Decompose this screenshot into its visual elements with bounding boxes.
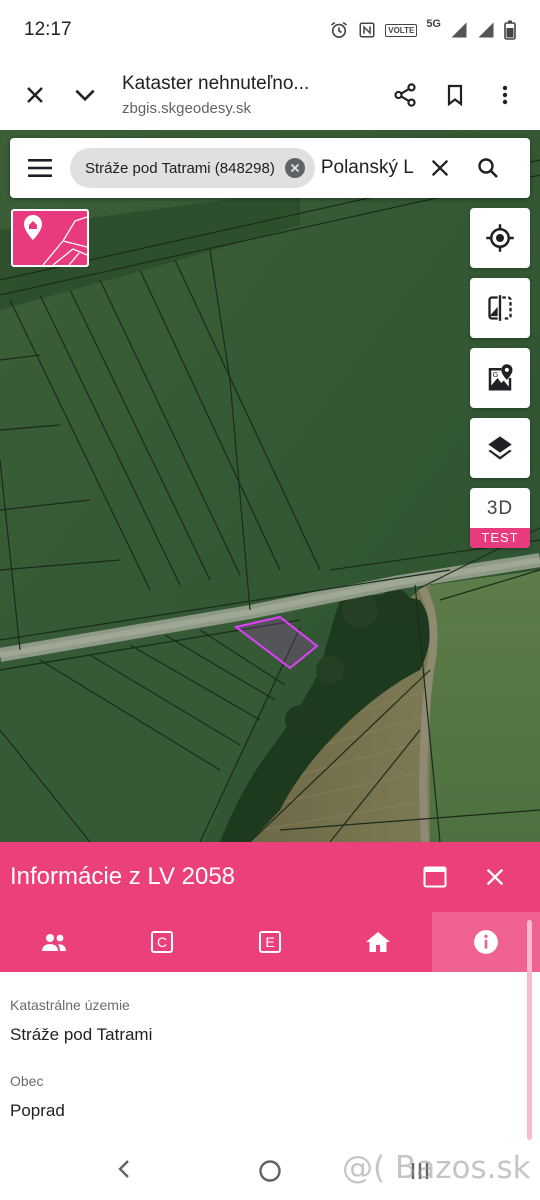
google-maps-button[interactable]: G (470, 348, 530, 408)
my-location-button[interactable] (470, 208, 530, 268)
info-icon (474, 930, 498, 954)
svg-text:E: E (265, 934, 274, 950)
chip-remove-button[interactable] (284, 158, 305, 178)
info-panel-content: Katastrálne územie Stráže pod Tatrami Ob… (0, 972, 540, 1142)
signal-icon (451, 22, 467, 38)
svg-text:C: C (157, 934, 167, 950)
cadastral-layer-thumbnail[interactable] (11, 209, 89, 267)
tab-buildings[interactable] (324, 912, 432, 972)
municipality-label: Obec (10, 1073, 44, 1089)
search-input[interactable]: Polanský L (321, 157, 416, 179)
letter-c-icon: C (151, 931, 173, 953)
volte-badge: VOLTE (385, 23, 418, 37)
share-button[interactable] (380, 70, 430, 120)
compare-icon (488, 295, 512, 321)
close-icon (290, 163, 299, 173)
info-panel-header: Informácie z LV 2058 (0, 842, 540, 912)
gps-location-icon (486, 224, 514, 252)
panel-scrollbar[interactable] (527, 920, 532, 1140)
chevron-down-icon (75, 89, 95, 102)
tab-c-register[interactable]: C (108, 912, 216, 972)
network-type: 5G (426, 18, 441, 30)
cadastral-area-label: Katastrálne územie (10, 997, 130, 1013)
maximize-panel-button[interactable] (405, 842, 465, 912)
search-icon (478, 158, 498, 178)
close-tab-button[interactable] (10, 70, 60, 120)
back-icon[interactable] (110, 1154, 140, 1184)
map-pin-icon: G (488, 364, 513, 391)
minimize-button[interactable] (60, 70, 110, 120)
home-nav-icon[interactable] (257, 1158, 283, 1184)
bookmark-button[interactable] (430, 70, 480, 120)
nfc-icon (359, 22, 375, 38)
close-icon (486, 868, 504, 886)
alarm-icon (331, 21, 348, 38)
chip-label: Stráže pod Tatrami (848298) (85, 159, 275, 177)
page-title: Kataster nehnuteľno... (122, 73, 310, 94)
hamburger-menu-icon (28, 159, 52, 177)
more-options-button[interactable] (480, 70, 530, 120)
letter-e-icon: E (259, 931, 281, 953)
page-title-area: Kataster nehnuteľno... zbgis.skgeodesy.s… (122, 73, 380, 117)
search-button[interactable] (464, 138, 512, 198)
maximize-icon (423, 866, 447, 888)
layers-button[interactable] (470, 418, 530, 478)
status-time: 12:17 (24, 19, 72, 40)
svg-text:G: G (493, 370, 499, 379)
3d-label: 3D (486, 498, 514, 519)
panel-title: Informácie z LV 2058 (10, 863, 236, 890)
people-icon (42, 934, 66, 951)
panel-tabs: C E (0, 912, 540, 972)
tab-owners[interactable] (0, 912, 108, 972)
status-bar: 12:17 VOLTE 5G (0, 0, 540, 60)
clear-search-button[interactable] (416, 138, 464, 198)
close-panel-button[interactable] (465, 842, 525, 912)
layers-icon (488, 436, 512, 460)
cadastral-area-chip[interactable]: Stráže pod Tatrami (848298) (70, 148, 315, 188)
bookmark-icon (447, 84, 463, 107)
compare-maps-button[interactable] (470, 278, 530, 338)
menu-button[interactable] (10, 138, 70, 198)
close-icon (27, 87, 43, 103)
share-icon (394, 83, 416, 107)
parcel-map-icon (24, 215, 87, 265)
status-icons: VOLTE 5G (329, 18, 516, 40)
tab-info[interactable] (432, 912, 540, 972)
close-icon (431, 159, 448, 177)
browser-toolbar: Kataster nehnuteľno... zbgis.skgeodesy.s… (0, 60, 540, 130)
cadastral-area-value: Stráže pod Tatrami (10, 1025, 153, 1044)
page-url: zbgis.skgeodesy.sk (122, 100, 251, 117)
3d-view-button[interactable]: 3D TEST (470, 488, 530, 548)
watermark: @( Bazos.sk (342, 1150, 531, 1186)
municipality-value: Poprad (10, 1101, 65, 1120)
map-search-bar: Stráže pod Tatrami (848298) Polanský L (10, 138, 530, 198)
test-badge: TEST (470, 528, 530, 548)
signal-icon-2 (478, 22, 494, 38)
tab-e-register[interactable]: E (216, 912, 324, 972)
home-icon (366, 932, 390, 952)
battery-icon (504, 20, 516, 40)
more-vert-icon (502, 85, 508, 105)
